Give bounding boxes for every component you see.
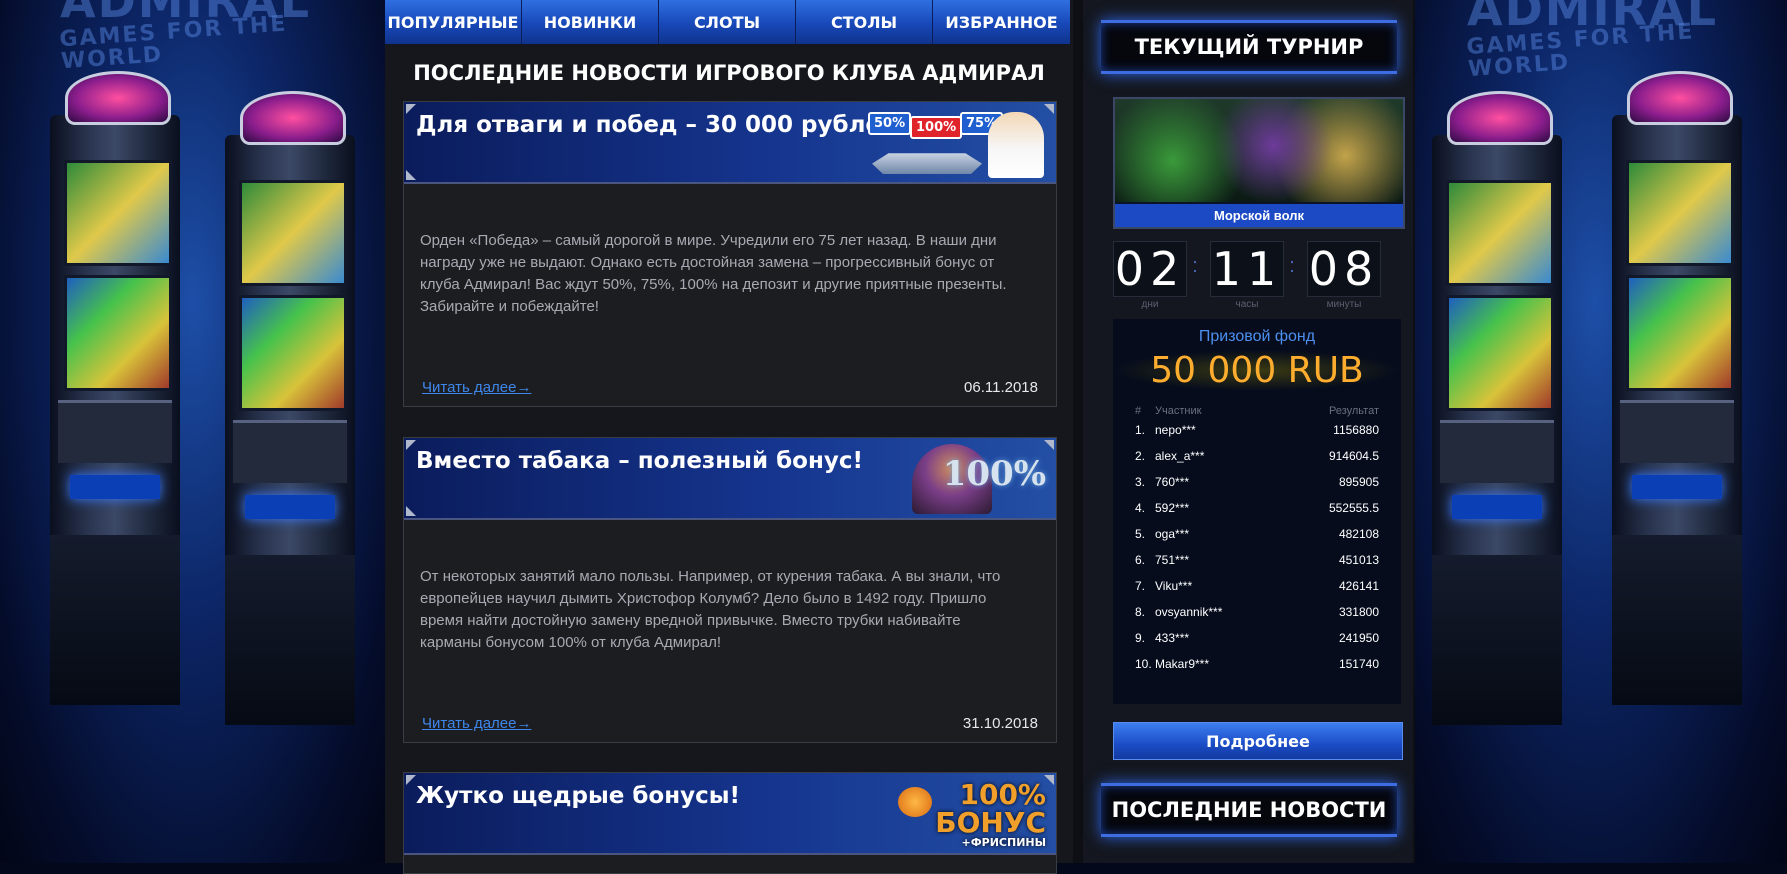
leaderboard-row: 5. oga*** 482108	[1135, 527, 1379, 541]
article-banner[interactable]: Вместо табака – полезный бонус! 100%	[404, 438, 1056, 520]
news-article: Вместо табака – полезный бонус! 100% От …	[403, 437, 1057, 743]
tournament-countdown: 02 дни : 11 часы : 08 минуты	[1113, 241, 1403, 311]
hours-label: часы	[1235, 299, 1259, 310]
bonus-text: 100% БОНУС +ФРИСПИНЫ	[935, 778, 1046, 849]
banner-art: 100%	[862, 442, 1052, 514]
bonus-number: 100%	[942, 454, 1046, 494]
slot-machine-image	[1432, 91, 1562, 725]
badge: 50%	[868, 112, 912, 135]
days-value: 02	[1113, 241, 1187, 297]
article-text: От некоторых занятий мало пользы. Наприм…	[420, 568, 1001, 651]
top-nav: ПОПУЛЯРНЫЕ НОВИНКИ СЛОТЫ СТОЛЫ ИЗБРАННОЕ	[385, 0, 1073, 44]
prize-label: Призовой фонд	[1198, 328, 1316, 345]
game-name: Морской волк	[1115, 204, 1403, 227]
leaderboard-row: 3. 760*** 895905	[1135, 475, 1379, 489]
banner-art: 50% 100% 75%	[862, 106, 1052, 178]
article-banner[interactable]: Для отваги и побед – 30 000 рублей! 50% …	[404, 102, 1056, 184]
slot-machine-image	[225, 91, 355, 725]
minutes-value: 08	[1307, 241, 1381, 297]
prize-panel: Призовой фонд 50 000 RUB # Участник Резу…	[1113, 319, 1401, 704]
countdown-hours: 11 часы	[1210, 241, 1284, 310]
nav-favorites[interactable]: ИЗБРАННОЕ	[933, 0, 1070, 44]
latest-news-title: ПОСЛЕДНИЕ НОВОСТИ	[1101, 783, 1397, 837]
tournament-game[interactable]: Морской волк	[1113, 97, 1405, 229]
countdown-separator: :	[1192, 255, 1198, 277]
leaderboard-row: 9. 433*** 241950	[1135, 631, 1379, 645]
slot-machine-image	[1612, 71, 1742, 705]
main-content: ПОПУЛЯРНЫЕ НОВИНКИ СЛОТЫ СТОЛЫ ИЗБРАННОЕ…	[385, 0, 1073, 874]
article-title[interactable]: Жутко щедрые бонусы!	[416, 783, 740, 809]
news-article: Жутко щедрые бонусы! 100% БОНУС +ФРИСПИН…	[403, 772, 1057, 874]
badge: 100%	[910, 116, 963, 139]
column-player: Участник	[1155, 405, 1202, 417]
banner-art: 100% БОНУС +ФРИСПИНЫ	[862, 777, 1052, 849]
article-text: Орден «Победа» – самый дорогой в мире. У…	[420, 232, 1007, 315]
read-more-link[interactable]: Читать далее→	[422, 379, 531, 396]
game-thumbnail	[1115, 99, 1403, 202]
leaderboard-row: 2. alex_a*** 914604.5	[1135, 449, 1379, 463]
article-title[interactable]: Для отваги и побед – 30 000 рублей!	[416, 112, 908, 138]
read-more-link[interactable]: Читать далее→	[422, 715, 531, 732]
nav-tables[interactable]: СТОЛЫ	[796, 0, 933, 44]
leaderboard-header: # Участник Результат	[1113, 405, 1401, 417]
column-rank: #	[1135, 405, 1142, 417]
more-details-button[interactable]: Подробнее	[1113, 722, 1403, 760]
nav-new[interactable]: НОВИНКИ	[522, 0, 659, 44]
background-right: ADMIRAL GAMES FOR THE WORLD	[1402, 0, 1787, 863]
column-result: Результат	[1328, 405, 1379, 417]
days-label: дни	[1141, 299, 1159, 310]
countdown-minutes: 08 минуты	[1307, 241, 1381, 310]
slot-machine-image	[50, 71, 180, 705]
hours-value: 11	[1210, 241, 1284, 297]
page-title: ПОСЛЕДНИЕ НОВОСТИ ИГРОВОГО КЛУБА АДМИРАЛ	[413, 61, 1045, 85]
tournament-title: ТЕКУЩИЙ ТУРНИР	[1101, 20, 1397, 74]
leaderboard-row: 8. ovsyannik*** 331800	[1135, 605, 1379, 619]
countdown-separator: :	[1289, 255, 1295, 277]
article-title[interactable]: Вместо табака – полезный бонус!	[416, 448, 863, 474]
article-date: 06.11.2018	[964, 379, 1038, 396]
leaderboard-row: 6. 751*** 451013	[1135, 553, 1379, 567]
leaderboard-row: 7. Viku*** 426141	[1135, 579, 1379, 593]
nav-popular[interactable]: ПОПУЛЯРНЫЕ	[385, 0, 522, 44]
leaderboard: 1. nepo*** 1156880 2. alex_a*** 914604.5 3. 7…	[1113, 417, 1401, 677]
leaderboard-row: 1. nepo*** 1156880	[1135, 423, 1379, 437]
captain-figure	[988, 112, 1044, 178]
leaderboard-row: 4. 592*** 552555.5	[1135, 501, 1379, 515]
article-banner[interactable]: Жутко щедрые бонусы! 100% БОНУС +ФРИСПИН…	[404, 773, 1056, 855]
background-left: ADMIRAL GAMES FOR THE WORLD	[0, 0, 385, 863]
article-date: 31.10.2018	[962, 715, 1038, 732]
leaderboard-row: 10. Makar9*** 151740	[1135, 657, 1379, 671]
minutes-label: минуты	[1326, 299, 1362, 310]
tournament-sidebar: ТЕКУЩИЙ ТУРНИР Морской волк 02 дни : 11 …	[1073, 0, 1415, 863]
prize-amount: 50 000 RUB	[1113, 350, 1401, 391]
nav-slots[interactable]: СЛОТЫ	[659, 0, 796, 44]
countdown-days: 02 дни	[1113, 241, 1187, 310]
news-article: Для отваги и побед – 30 000 рублей! 50% …	[403, 101, 1057, 407]
